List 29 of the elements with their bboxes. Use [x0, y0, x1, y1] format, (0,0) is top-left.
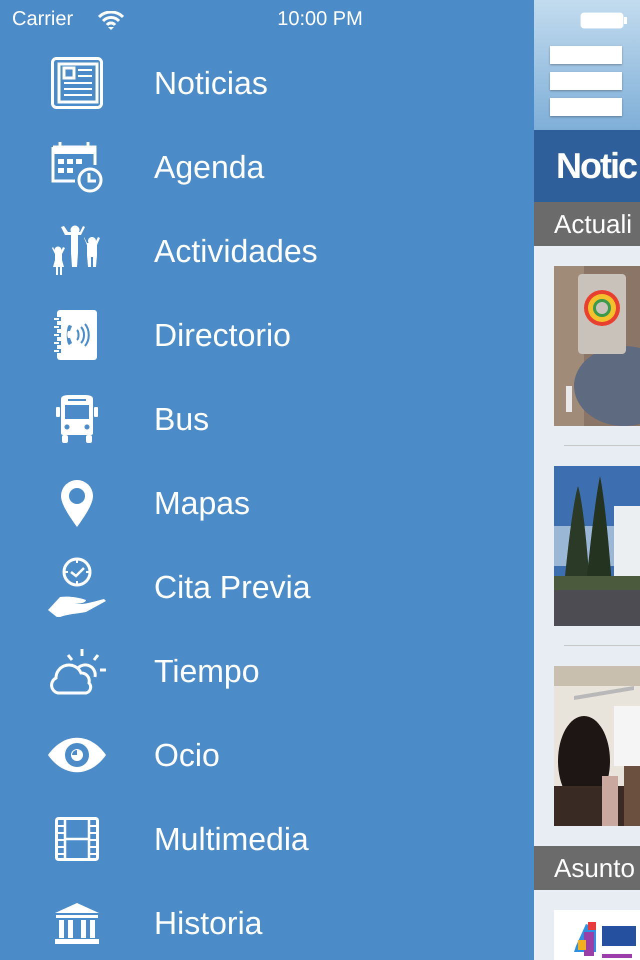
menu-item[interactable]: Directorio [0, 293, 534, 377]
menu-item[interactable]: Mapas [0, 461, 534, 545]
clock-time: 10:00 PM [277, 8, 363, 31]
menu-item[interactable]: Tiempo [0, 629, 534, 713]
wifi-icon [98, 11, 124, 30]
menu-item[interactable]: Historia [0, 881, 534, 960]
menu-item[interactable]: Bus [0, 377, 534, 461]
bus-icon [55, 395, 99, 443]
eye-icon [47, 737, 107, 773]
film-strip-icon [55, 817, 99, 861]
menu-button[interactable] [550, 46, 622, 116]
battery-icon [580, 12, 628, 29]
menu-item[interactable]: Agenda [0, 125, 534, 209]
hand-clock-icon [47, 557, 107, 617]
family-icon [51, 225, 103, 277]
section-heading: Asunto [534, 846, 640, 890]
cloud-sun-icon [48, 647, 106, 695]
columns-building-icon [53, 901, 101, 945]
map-pin-icon [60, 479, 94, 527]
menu-item[interactable]: Actividades [0, 209, 534, 293]
carrier-label: Carrier [12, 8, 74, 31]
menu-item[interactable]: Noticias [0, 41, 534, 125]
calendar-clock-icon [51, 141, 103, 193]
menu-item[interactable]: Multimedia [0, 797, 534, 881]
section-heading: Actuali [534, 202, 640, 246]
menu-item[interactable]: Cita Previa [0, 545, 534, 629]
section-title: Notic [556, 144, 636, 188]
menu-item[interactable]: Ocio [0, 713, 534, 797]
newspaper-icon [51, 57, 103, 109]
